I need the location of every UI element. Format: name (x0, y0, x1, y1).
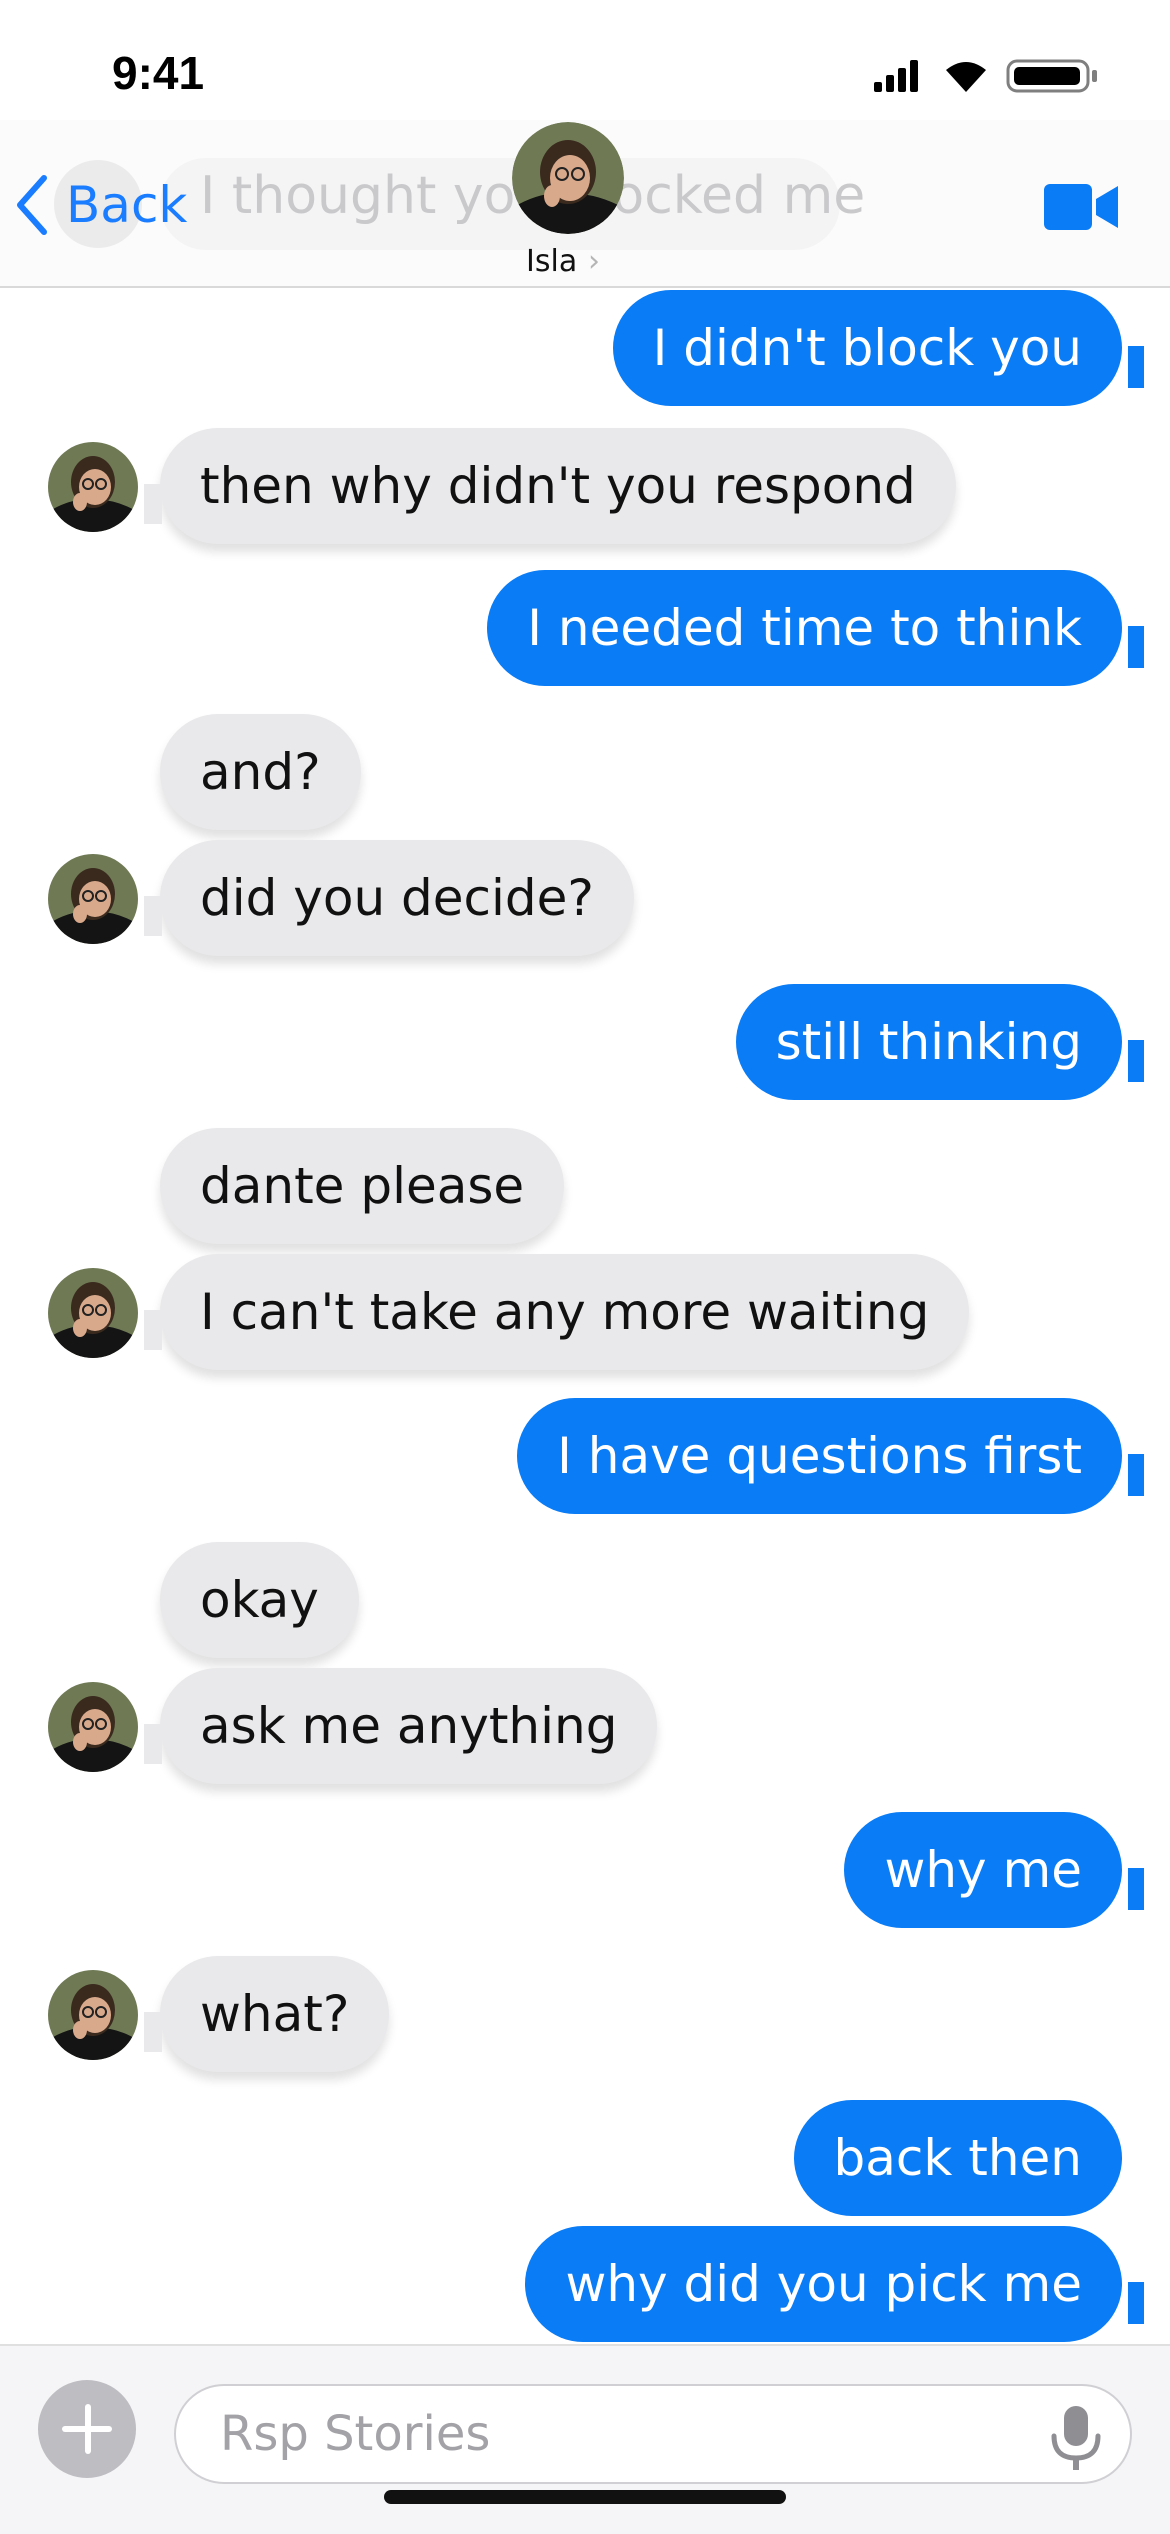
incoming-message-bubble[interactable]: did you decide? (160, 840, 634, 956)
bubble-tail (1128, 1454, 1144, 1496)
message-input[interactable]: Rsp Stories (174, 2384, 1132, 2484)
sender-avatar[interactable] (48, 442, 138, 532)
bubble-tail (144, 484, 162, 524)
wifi-icon (946, 62, 986, 92)
cellular-signal-icon (874, 60, 918, 92)
sender-avatar[interactable] (48, 1682, 138, 1772)
add-attachment-button[interactable] (38, 2380, 136, 2478)
composer-bar: Rsp Stories (0, 2344, 1170, 2534)
back-label: Back (66, 176, 188, 234)
video-camera-icon[interactable] (1044, 182, 1118, 232)
outgoing-message-bubble[interactable]: still thinking (735, 984, 1122, 1100)
incoming-message-bubble[interactable]: what? (160, 1956, 390, 2072)
bubble-tail (144, 896, 162, 936)
bubble-tail (1128, 1868, 1144, 1910)
bubble-tail (144, 1310, 162, 1350)
sender-avatar[interactable] (48, 1970, 138, 2060)
incoming-message-bubble[interactable]: then why didn't you respond (160, 428, 956, 544)
outgoing-message-bubble[interactable]: I have questions first (517, 1398, 1122, 1514)
bubble-tail (144, 2012, 162, 2052)
bubble-tail (1128, 346, 1144, 388)
bubble-tail (1128, 2282, 1144, 2324)
outgoing-message-bubble[interactable]: I needed time to think (487, 570, 1122, 686)
bubble-tail (1128, 1040, 1144, 1082)
back-button[interactable]: Back (14, 174, 187, 236)
home-indicator (384, 2490, 786, 2504)
outgoing-message-bubble[interactable]: back then (793, 2100, 1122, 2216)
sender-avatar[interactable] (48, 854, 138, 944)
incoming-message-bubble[interactable]: okay (160, 1542, 359, 1658)
conversation-header: I thought you blocked me Back Isla › (0, 120, 1170, 288)
incoming-message-bubble[interactable]: I can't take any more waiting (160, 1254, 970, 1370)
contact-avatar[interactable] (512, 122, 624, 234)
chevron-left-icon (17, 175, 47, 235)
bubble-tail (144, 1724, 162, 1764)
sender-avatar[interactable] (48, 1268, 138, 1358)
incoming-message-bubble[interactable]: and? (160, 714, 361, 830)
contact-name[interactable]: Isla (526, 244, 577, 279)
outgoing-message-bubble[interactable]: why me (844, 1812, 1122, 1928)
battery-icon (1006, 59, 1097, 93)
message-input-placeholder: Rsp Stories (220, 2406, 491, 2462)
incoming-message-bubble[interactable]: ask me anything (160, 1668, 658, 1784)
bubble-tail (1128, 626, 1144, 668)
incoming-message-bubble[interactable]: dante please (160, 1128, 565, 1244)
status-icons (874, 59, 1097, 93)
status-time: 9:41 (112, 47, 205, 99)
outgoing-message-bubble[interactable]: why did you pick me (525, 2226, 1122, 2342)
contact-chevron-icon: › (588, 244, 600, 279)
microphone-icon[interactable] (1046, 2404, 1106, 2472)
outgoing-message-bubble[interactable]: I didn't block you (612, 290, 1122, 406)
